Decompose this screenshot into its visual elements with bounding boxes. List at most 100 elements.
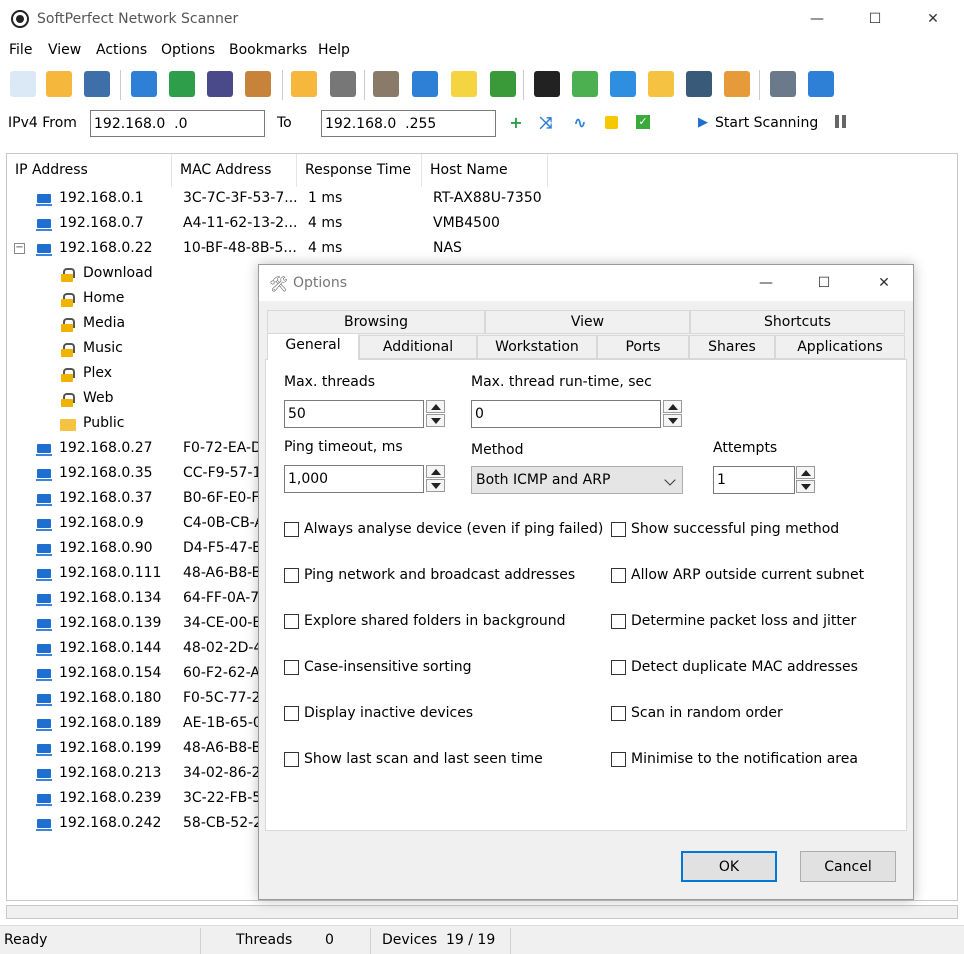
cell-mac-address: 48-A6-B8-B bbox=[183, 565, 262, 581]
threads-label: Threads bbox=[236, 932, 293, 948]
cancel-button[interactable]: Cancel bbox=[800, 851, 896, 882]
column-mac-address[interactable]: MAC Address bbox=[172, 154, 297, 187]
network-computer-icon[interactable] bbox=[412, 71, 438, 97]
checkbox-label: Case-insensitive sorting bbox=[304, 659, 472, 675]
tab-shares[interactable]: Shares bbox=[689, 335, 775, 359]
computer-icon bbox=[36, 469, 52, 481]
max-runtime-input[interactable]: 0 bbox=[471, 400, 661, 428]
table-row[interactable]: − 192.168.0.22 10-BF-48-8B-5... 4 ms NAS bbox=[7, 237, 957, 262]
pause-icon[interactable] bbox=[832, 115, 848, 131]
collapse-toggle-icon[interactable]: − bbox=[14, 243, 25, 254]
method-dropdown[interactable]: Both ICMP and ARP bbox=[471, 466, 683, 494]
devices-label: Devices bbox=[382, 932, 438, 948]
menu-options[interactable]: Options bbox=[161, 42, 215, 58]
monitor-icon[interactable] bbox=[686, 71, 712, 97]
cell-ip-address: 192.168.0.239 bbox=[59, 790, 162, 806]
check-icon[interactable]: ✓ bbox=[636, 115, 652, 131]
lightbulb-icon[interactable] bbox=[451, 71, 477, 97]
max-threads-input[interactable]: 50 bbox=[284, 400, 424, 428]
add-tree-icon[interactable] bbox=[169, 71, 195, 97]
checkbox-box[interactable] bbox=[284, 614, 299, 629]
shuffle-icon[interactable]: ⤨ bbox=[538, 115, 554, 131]
open-folder-icon[interactable] bbox=[46, 71, 72, 97]
registry-icon[interactable] bbox=[572, 71, 598, 97]
table-row[interactable]: 192.168.0.7 A4-11-62-13-2... 4 ms VMB4500 bbox=[7, 212, 957, 237]
window-title: SoftPerfect Network Scanner bbox=[37, 11, 239, 27]
tab-shortcuts[interactable]: Shortcuts bbox=[690, 310, 905, 334]
clipboard-icon[interactable] bbox=[245, 71, 271, 97]
checkbox-box[interactable] bbox=[284, 522, 299, 537]
filter-folder-icon[interactable] bbox=[291, 71, 317, 97]
column-ip-address[interactable]: IP Address bbox=[7, 154, 172, 187]
checkbox-box[interactable] bbox=[611, 522, 626, 537]
help-icon[interactable] bbox=[770, 71, 796, 97]
column-host-name[interactable]: Host Name bbox=[422, 154, 548, 187]
tab-view[interactable]: View bbox=[485, 310, 690, 334]
checkbox-label: Minimise to the notification area bbox=[631, 751, 858, 767]
ipv4-to-input[interactable] bbox=[321, 110, 496, 137]
dialog-minimize-button[interactable]: — bbox=[737, 265, 795, 301]
max-threads-spinner[interactable] bbox=[426, 400, 445, 428]
ping-timeout-spinner[interactable] bbox=[426, 465, 445, 493]
checkbox-box[interactable] bbox=[284, 752, 299, 767]
menu-actions[interactable]: Actions bbox=[96, 42, 147, 58]
filter-icon[interactable] bbox=[330, 71, 356, 97]
checkbox-box[interactable] bbox=[611, 614, 626, 629]
menu-file[interactable]: File bbox=[9, 42, 32, 58]
shared-folder-icon[interactable] bbox=[648, 71, 674, 97]
tab-additional[interactable]: Additional bbox=[359, 335, 477, 359]
max-runtime-spinner[interactable] bbox=[663, 400, 682, 428]
attempts-spinner[interactable] bbox=[796, 466, 815, 494]
checkbox-box[interactable] bbox=[611, 752, 626, 767]
expand-tree-icon[interactable] bbox=[131, 71, 157, 97]
computer-icon bbox=[36, 544, 52, 556]
ok-button[interactable]: OK bbox=[681, 851, 777, 882]
menu-bar: File View Actions Options Bookmarks Help bbox=[0, 38, 964, 64]
users-icon[interactable] bbox=[724, 71, 750, 97]
tab-browsing[interactable]: Browsing bbox=[267, 310, 485, 334]
dialog-close-button[interactable]: ✕ bbox=[855, 265, 913, 301]
checkbox-box[interactable] bbox=[611, 660, 626, 675]
add-range-icon[interactable]: + bbox=[508, 115, 524, 131]
menu-view[interactable]: View bbox=[48, 42, 81, 58]
close-button[interactable]: ✕ bbox=[904, 0, 962, 38]
horizontal-scrollbar[interactable] bbox=[6, 905, 958, 919]
ip-board-icon[interactable] bbox=[490, 71, 516, 97]
minimize-button[interactable]: — bbox=[788, 0, 846, 38]
ipv4-from-input[interactable] bbox=[90, 110, 265, 137]
wave-icon[interactable]: ∿ bbox=[572, 115, 588, 131]
web-globe-icon[interactable] bbox=[808, 71, 834, 97]
cell-ip-address: 192.168.0.189 bbox=[59, 715, 162, 731]
find-icon[interactable] bbox=[207, 71, 233, 97]
checkbox-box[interactable] bbox=[611, 706, 626, 721]
column-response-time[interactable]: Response Time bbox=[297, 154, 422, 187]
checkbox-box[interactable] bbox=[284, 568, 299, 583]
tab-general[interactable]: General bbox=[267, 333, 359, 360]
maximize-button[interactable]: ☐ bbox=[846, 0, 904, 38]
note-icon[interactable] bbox=[604, 115, 620, 131]
save-icon[interactable] bbox=[84, 71, 110, 97]
range-bar: IPv4 From To + ⤨ ∿ ✓ ▶ Start Scanning bbox=[0, 104, 964, 144]
cell-ip-address: 192.168.0.35 bbox=[59, 465, 153, 481]
start-scanning-button[interactable]: Start Scanning bbox=[715, 115, 818, 131]
options-tools-icon[interactable] bbox=[373, 71, 399, 97]
menu-help[interactable]: Help bbox=[318, 42, 350, 58]
table-row[interactable]: 192.168.0.1 3C-7C-3F-53-7... 1 ms RT-AX88U-… bbox=[7, 187, 957, 212]
new-icon[interactable] bbox=[10, 71, 36, 97]
services-gear-icon[interactable] bbox=[610, 71, 636, 97]
computer-icon bbox=[36, 594, 52, 606]
wmi-icon[interactable] bbox=[534, 71, 560, 97]
checkbox-box[interactable] bbox=[611, 568, 626, 583]
menu-bookmarks[interactable]: Bookmarks bbox=[229, 42, 307, 58]
tab-workstation[interactable]: Workstation bbox=[477, 335, 597, 359]
method-label: Method bbox=[471, 442, 524, 458]
to-label: To bbox=[277, 115, 292, 131]
checkbox-box[interactable] bbox=[284, 706, 299, 721]
checkbox-box[interactable] bbox=[284, 660, 299, 675]
ping-timeout-input[interactable]: 1,000 bbox=[284, 465, 424, 493]
tab-ports[interactable]: Ports bbox=[597, 335, 689, 359]
dialog-maximize-button[interactable]: ☐ bbox=[795, 265, 853, 301]
attempts-input[interactable]: 1 bbox=[713, 466, 795, 494]
tab-applications[interactable]: Applications bbox=[775, 335, 905, 359]
cell-ip-address: 192.168.0.27 bbox=[59, 440, 153, 456]
